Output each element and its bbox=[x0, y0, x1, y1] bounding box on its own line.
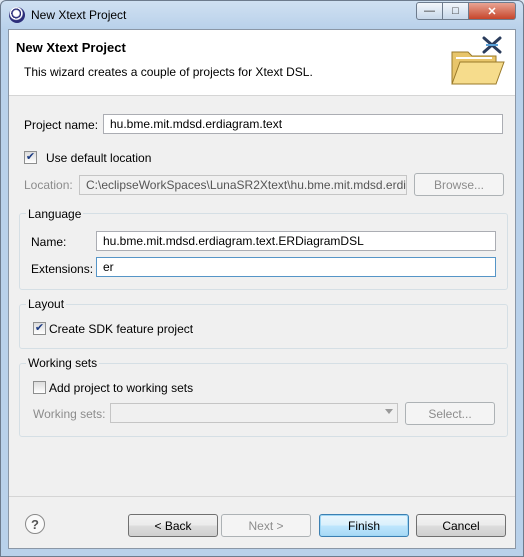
minimize-icon: — bbox=[424, 5, 435, 17]
language-name-input[interactable]: hu.bme.mit.mdsd.erdiagram.text.ERDiagram… bbox=[96, 231, 496, 251]
footer-separator bbox=[9, 496, 515, 497]
working-sets-group-title: Working sets bbox=[26, 356, 100, 370]
help-icon[interactable]: ? bbox=[25, 514, 45, 534]
language-group bbox=[19, 213, 508, 290]
wizard-client-area: New Xtext Project This wizard creates a … bbox=[8, 29, 516, 549]
close-icon: ✕ bbox=[487, 5, 497, 18]
location-input[interactable]: C:\eclipseWorkSpaces\LunaSR2Xtext\hu.bme… bbox=[79, 175, 407, 195]
add-to-working-sets-label[interactable]: Add project to working sets bbox=[49, 381, 193, 395]
wizard-header: New Xtext Project This wizard creates a … bbox=[9, 30, 515, 96]
extensions-label: Extensions: bbox=[31, 262, 94, 276]
finish-button[interactable]: Finish bbox=[319, 514, 409, 537]
project-name-label: Project name: bbox=[24, 118, 99, 132]
cancel-button[interactable]: Cancel bbox=[416, 514, 506, 537]
add-to-working-sets-checkbox[interactable] bbox=[33, 381, 46, 394]
header-description: This wizard creates a couple of projects… bbox=[24, 65, 313, 79]
back-button[interactable]: < Back bbox=[128, 514, 218, 537]
maximize-button[interactable]: □ bbox=[442, 2, 469, 20]
browse-button[interactable]: Browse... bbox=[414, 173, 504, 196]
folder-wizard-icon bbox=[451, 36, 505, 85]
eclipse-icon bbox=[9, 7, 25, 23]
create-sdk-feature-label[interactable]: Create SDK feature project bbox=[49, 322, 193, 336]
wizard-window: New Xtext Project — □ ✕ New Xtext Projec… bbox=[0, 0, 524, 557]
checkmark-icon: ✔ bbox=[34, 322, 45, 334]
working-sets-combo[interactable] bbox=[110, 403, 398, 423]
checkmark-icon: ✔ bbox=[25, 151, 36, 163]
working-sets-label: Working sets: bbox=[33, 407, 106, 421]
use-default-location-checkbox[interactable]: ✔ bbox=[24, 151, 37, 164]
select-working-sets-button[interactable]: Select... bbox=[405, 402, 495, 425]
close-button[interactable]: ✕ bbox=[468, 2, 516, 20]
create-sdk-feature-checkbox[interactable]: ✔ bbox=[33, 322, 46, 335]
window-title: New Xtext Project bbox=[31, 8, 127, 22]
extensions-input[interactable]: er bbox=[96, 257, 496, 277]
title-bar[interactable]: New Xtext Project — □ ✕ bbox=[1, 1, 523, 29]
project-name-input[interactable]: hu.bme.mit.mdsd.erdiagram.text bbox=[103, 114, 503, 134]
next-button[interactable]: Next > bbox=[221, 514, 311, 537]
layout-group-title: Layout bbox=[26, 297, 67, 311]
header-title: New Xtext Project bbox=[16, 40, 126, 55]
language-group-title: Language bbox=[26, 207, 84, 221]
use-default-location-label[interactable]: Use default location bbox=[46, 151, 151, 165]
location-label: Location: bbox=[24, 178, 73, 192]
working-sets-group bbox=[19, 363, 508, 437]
maximize-icon: □ bbox=[452, 5, 459, 17]
language-name-label: Name: bbox=[31, 235, 67, 249]
minimize-button[interactable]: — bbox=[416, 2, 443, 20]
chevron-down-icon bbox=[385, 409, 393, 414]
